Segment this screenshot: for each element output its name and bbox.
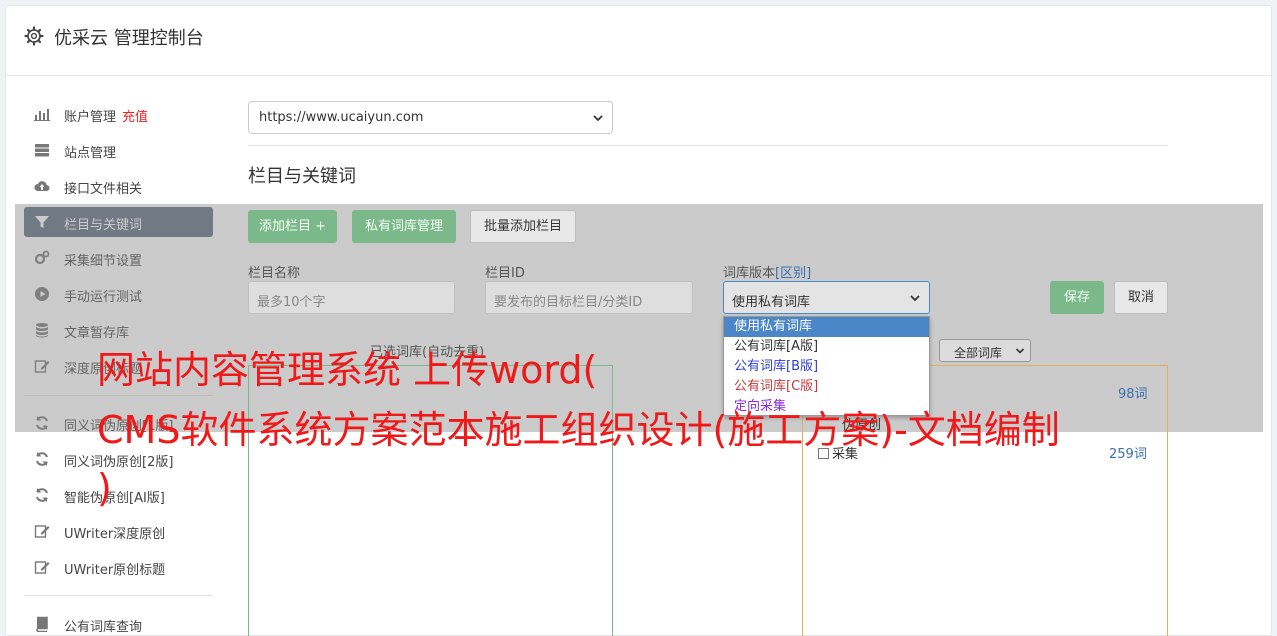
sidebar-divider: [24, 595, 213, 596]
watermark-line: ): [97, 466, 112, 510]
sidebar-item-sites[interactable]: 站点管理: [24, 135, 213, 165]
watermark-line: CMS软件系统方案范本施工组织设计(施工方案)-文档编制: [97, 408, 1060, 452]
chevron-down-icon: [1015, 348, 1025, 354]
column-id-label: 栏目ID: [485, 266, 525, 281]
chevron-down-icon: [910, 295, 920, 302]
batch-add-column-button[interactable]: 批量添加栏目: [470, 210, 576, 243]
bar-chart-icon: [34, 109, 50, 121]
sidebar-item-account[interactable]: 账户管理 充值: [24, 99, 213, 129]
private-library-button[interactable]: 私有词库管理: [352, 210, 456, 243]
sidebar-item-label: 接口文件相关: [64, 182, 143, 197]
library-version-dropdown: 使用私有词库 公有词库[A版] 公有词库[B版] 公有词库[C版] 定向采集: [723, 316, 930, 416]
sidebar-item-label: UWriter深度原创: [64, 527, 166, 542]
library-version-select[interactable]: 使用私有词库: [723, 281, 930, 314]
watermark-line: 网站内容管理系统 上传word(: [97, 348, 598, 392]
dropdown-option[interactable]: 公有词库[A版]: [724, 337, 929, 357]
book-icon: [36, 616, 48, 632]
save-button[interactable]: 保存: [1050, 281, 1104, 314]
site-select[interactable]: https://www.ucaiyun.com: [248, 101, 613, 134]
sidebar-item-label: 站点管理: [64, 146, 117, 161]
sidebar-item-ai-rewrite[interactable]: 智能伪原创[AI版]: [24, 480, 213, 510]
dropdown-option[interactable]: 使用私有词库: [724, 317, 929, 337]
sidebar-item-label: 账户管理: [64, 110, 117, 125]
cancel-button[interactable]: 取消: [1114, 281, 1168, 314]
library-filter-select[interactable]: 全部词库: [939, 339, 1031, 362]
sidebar-item-label: 智能伪原创[AI版]: [64, 491, 165, 506]
sidebar-item-public-lib[interactable]: 公有词库查询: [24, 609, 213, 636]
column-id-input[interactable]: 要发布的目标栏目/分类ID: [485, 281, 693, 314]
section-title: 栏目与关键词: [248, 166, 356, 187]
sidebar-item-label: 公有词库查询: [64, 620, 143, 635]
edit-icon: [34, 525, 50, 538]
server-icon: [35, 144, 49, 157]
library-count: 259词: [1109, 447, 1147, 462]
cloud-upload-icon: [34, 181, 50, 192]
refresh-icon: [36, 488, 48, 502]
column-name-label: 栏目名称: [248, 266, 301, 281]
refresh-icon: [36, 452, 48, 466]
recharge-link[interactable]: 充值: [122, 110, 148, 125]
library-version-label: 词库版本[区别]: [723, 266, 812, 281]
sidebar-item-interface-files[interactable]: 接口文件相关: [24, 171, 213, 201]
difference-link[interactable]: [区别]: [775, 266, 811, 281]
library-count: 98词: [1118, 387, 1148, 402]
chevron-down-icon: [593, 115, 603, 122]
section-divider: [248, 145, 1168, 146]
sidebar-item-uwriter-deep[interactable]: UWriter深度原创: [24, 516, 213, 546]
dropdown-option[interactable]: 公有词库[C版]: [724, 377, 929, 397]
column-name-input[interactable]: 最多10个字: [248, 281, 455, 314]
add-column-button[interactable]: 添加栏目 +: [248, 210, 337, 243]
edit-icon: [34, 561, 50, 574]
sidebar-item-label: UWriter原创标题: [64, 563, 166, 578]
sidebar-item-uwriter-title[interactable]: UWriter原创标题: [24, 552, 213, 582]
dropdown-option[interactable]: 公有词库[B版]: [724, 357, 929, 377]
